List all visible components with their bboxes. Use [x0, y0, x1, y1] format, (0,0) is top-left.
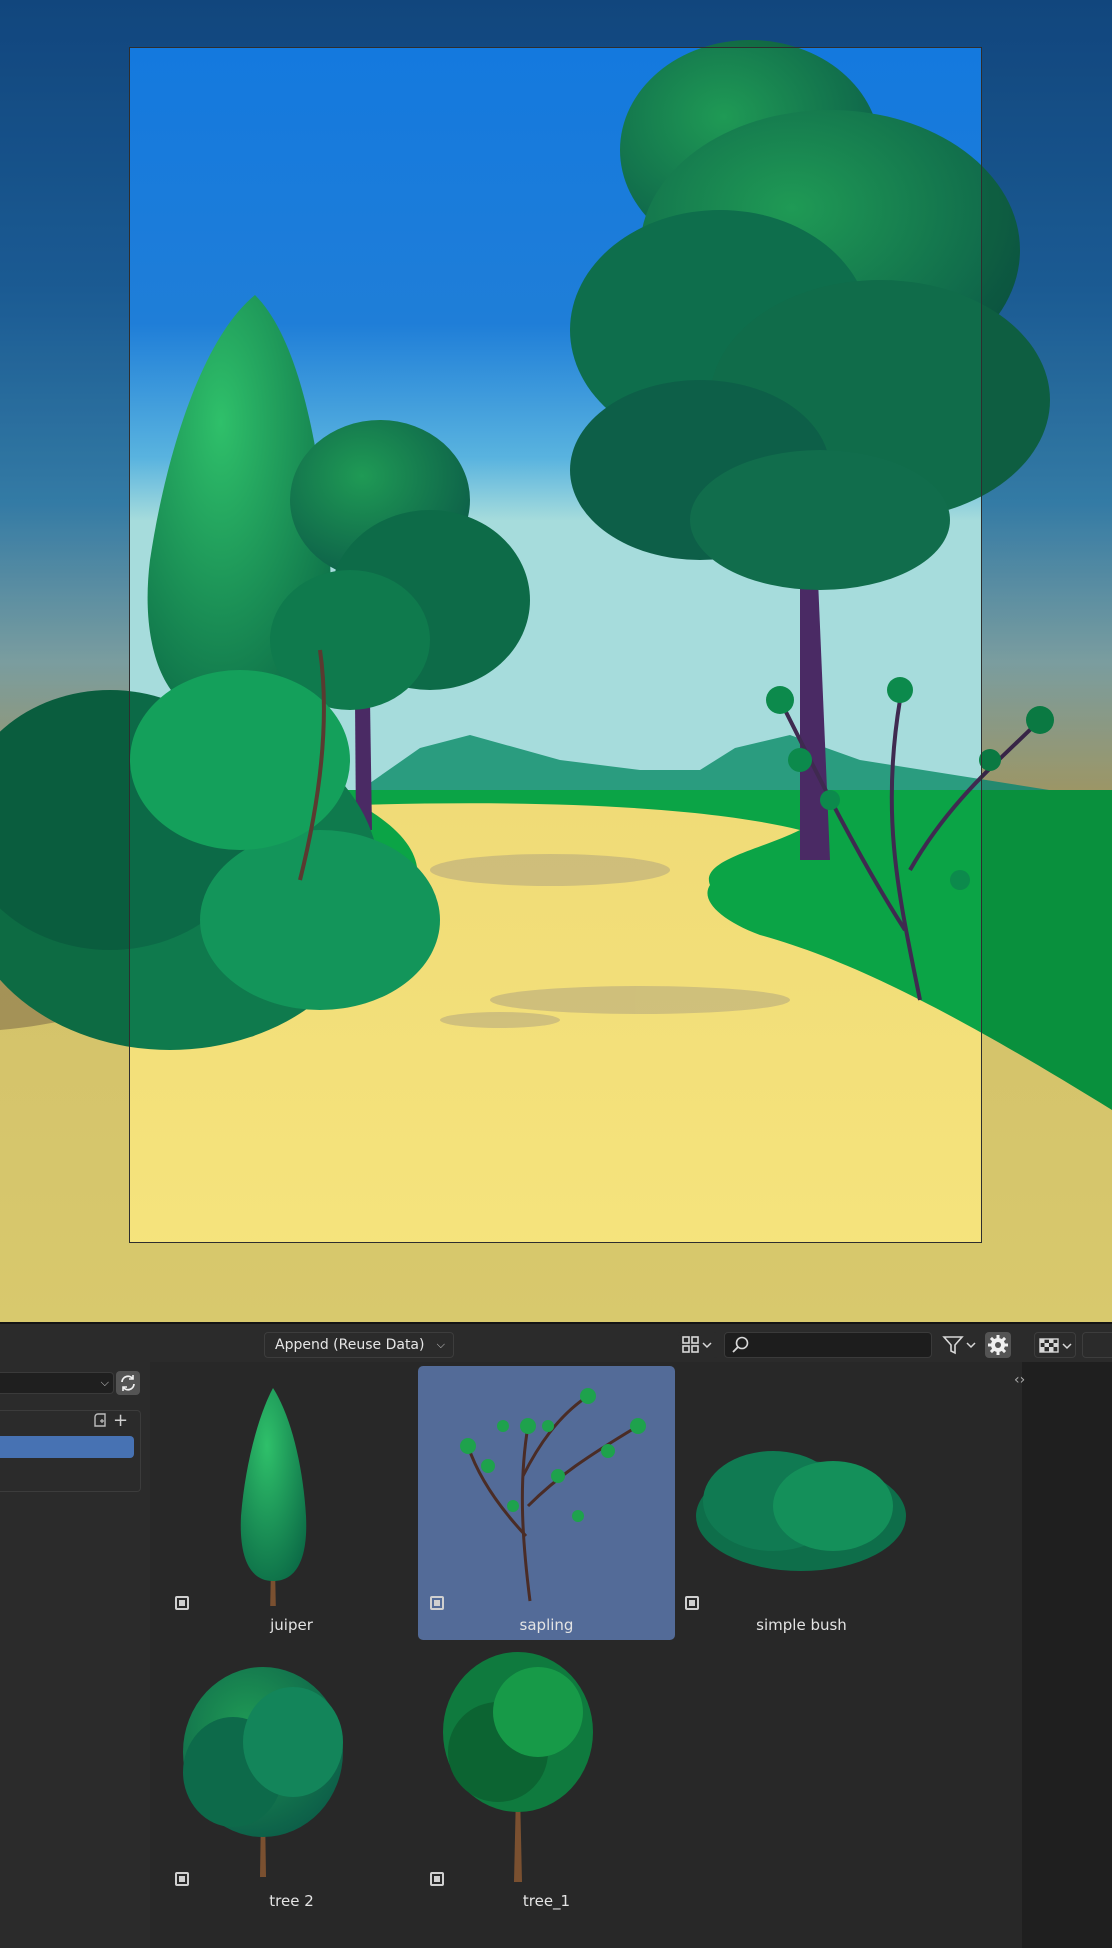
object-asset-icon [175, 1872, 189, 1886]
asset-grid: juiper sapling simple bush tree 2 tree_1 [150, 1362, 1022, 1948]
settings-button[interactable] [985, 1332, 1011, 1358]
shading-button[interactable] [1034, 1332, 1076, 1358]
import-method-label: Append (Reuse Data) [275, 1337, 425, 1353]
import-method-dropdown[interactable]: Append (Reuse Data) ⌵ [264, 1332, 454, 1358]
object-asset-icon [430, 1596, 444, 1610]
catalog-item-selected[interactable] [0, 1436, 134, 1458]
3d-viewport[interactable] [0, 0, 1112, 1322]
checker-icon [1039, 1338, 1072, 1353]
asset-name: tree_1 [522, 1892, 571, 1910]
asset-tile-tree-2[interactable]: tree 2 [163, 1642, 420, 1916]
juniper-thumbnail [240, 1388, 307, 1606]
asset-browser-header: Append (Reuse Data) ⌵ [0, 1324, 1112, 1363]
asset-library-dropdown[interactable]: ⌵ [0, 1372, 114, 1394]
object-asset-icon [175, 1596, 189, 1610]
asset-name: juiper [270, 1616, 313, 1634]
filter-button[interactable] [940, 1332, 980, 1358]
new-catalog-icon[interactable] [92, 1412, 108, 1428]
grid-icon [682, 1336, 712, 1353]
funnel-icon [942, 1336, 976, 1355]
sidebar-region [1022, 1362, 1112, 1948]
refresh-library-button[interactable] [116, 1371, 140, 1395]
tree-1-thumbnail [443, 1652, 593, 1882]
rendered-scene [0, 0, 1112, 1322]
search-input[interactable] [724, 1332, 932, 1358]
add-catalog-icon[interactable]: + [113, 1410, 128, 1431]
chevron-down-icon: ⌵ [436, 1338, 445, 1351]
asset-tile-tree-1[interactable]: tree_1 [418, 1642, 675, 1916]
asset-name: simple bush [756, 1616, 847, 1634]
chevron-down-icon: ⌵ [100, 1376, 109, 1389]
header-overflow-field[interactable] [1082, 1332, 1112, 1358]
asset-browser: Append (Reuse Data) ⌵ ⌵ + juiper sapling… [0, 1322, 1112, 1948]
gear-icon [988, 1335, 1008, 1355]
chevron-left-right-icon[interactable]: ‹› [1014, 1372, 1025, 1388]
refresh-icon [121, 1375, 135, 1391]
sapling-thumbnail [460, 1388, 646, 1602]
asset-tile-simple-bush[interactable]: simple bush [673, 1366, 930, 1640]
asset-name: tree 2 [269, 1892, 314, 1910]
display-mode-button[interactable] [678, 1332, 718, 1358]
asset-library-panel: ⌵ + [0, 1362, 150, 1948]
bush-thumbnail [696, 1451, 906, 1571]
tree-2-thumbnail [183, 1667, 343, 1877]
asset-tile-juiper[interactable]: juiper [163, 1366, 420, 1640]
object-asset-icon [685, 1596, 699, 1610]
object-asset-icon [430, 1872, 444, 1886]
search-icon [732, 1336, 749, 1353]
asset-name: sapling [519, 1616, 574, 1634]
asset-tile-sapling[interactable]: sapling [418, 1366, 675, 1640]
